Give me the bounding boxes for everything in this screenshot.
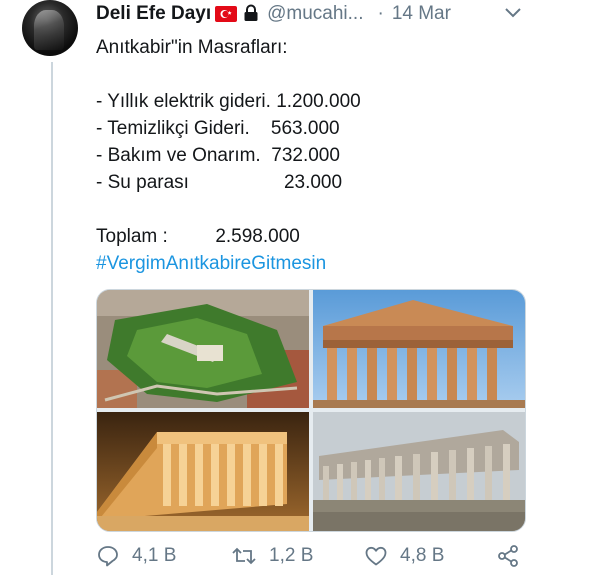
media-grid xyxy=(96,289,526,532)
text-line: - Temizlikçi Gideri. 563.000 xyxy=(96,118,340,139)
retweet-count: 1,2 B xyxy=(269,545,314,566)
avatar[interactable] xyxy=(22,0,78,56)
like-button[interactable]: 4,8 B xyxy=(364,544,444,568)
text-line: Toplam : 2.598.000 xyxy=(96,226,300,247)
hashtag-link[interactable]: #VergimAnıtkabireGitmesin xyxy=(96,250,556,277)
text-line: - Yıllık elektrik gideri. 1.200.000 xyxy=(96,91,361,112)
lock-icon xyxy=(243,4,259,22)
reply-button[interactable]: 4,1 B xyxy=(96,544,176,568)
like-icon xyxy=(365,546,387,566)
text-line xyxy=(96,61,556,88)
text-line: - Su parası 23.000 xyxy=(96,172,343,193)
thread-line xyxy=(51,62,53,575)
text-line: Anıtkabir"in Masrafları: xyxy=(96,37,288,58)
photo-greek-temple-concordia[interactable] xyxy=(313,290,525,408)
share-button[interactable] xyxy=(496,544,532,568)
photo-anitkabir-facade[interactable] xyxy=(97,412,309,531)
tweet-actions: 4,1 B 1,2 B 4,8 B xyxy=(96,544,536,572)
tweet-text: Anıtkabir"in Masrafları: - Yıllık elektr… xyxy=(96,34,556,277)
photo-aerial-mausoleum[interactable] xyxy=(97,290,309,408)
tweet-date[interactable]: 14 Mar xyxy=(392,3,451,25)
separator-dot: · xyxy=(377,3,384,24)
retweet-button[interactable]: 1,2 B xyxy=(231,544,313,568)
reply-count: 4,1 B xyxy=(132,545,177,566)
chevron-down-icon[interactable] xyxy=(500,2,526,24)
retweet-icon xyxy=(232,547,256,565)
flag-icon xyxy=(215,6,238,22)
photo-parthenon-ruins[interactable] xyxy=(313,412,525,531)
text-line xyxy=(96,196,556,223)
author-name[interactable]: Deli Efe Dayı xyxy=(96,3,211,25)
reply-icon xyxy=(98,546,118,567)
like-count: 4,8 B xyxy=(400,545,445,566)
share-icon xyxy=(498,545,518,567)
author-handle[interactable]: @mucahi... xyxy=(267,3,363,25)
text-line: - Bakım ve Onarım. 732.000 xyxy=(96,145,340,166)
